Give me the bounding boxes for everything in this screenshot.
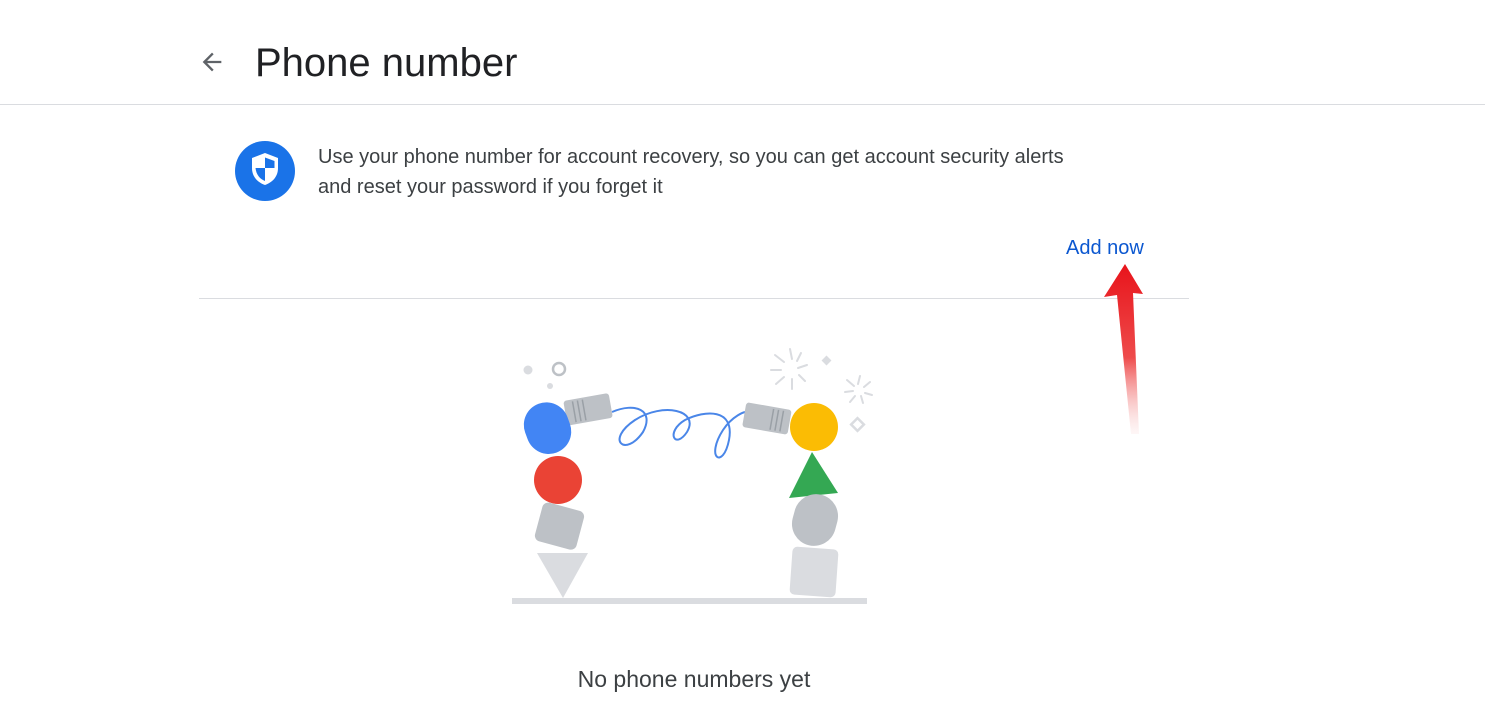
header: Phone number (0, 0, 1485, 105)
shield-badge (235, 141, 295, 201)
no-phone-illustration (505, 340, 885, 615)
back-button[interactable] (188, 40, 236, 88)
empty-state-message: No phone numbers yet (577, 666, 811, 692)
info-text-line-2: and reset your password if you forget it (318, 176, 663, 198)
arrow-back-icon (198, 48, 226, 81)
shield-icon (248, 151, 282, 192)
divider (199, 298, 1189, 299)
page-title: Phone number (255, 41, 518, 85)
page: Phone number Use your phone number for a… (0, 0, 1485, 719)
add-now-button[interactable]: Add now (1062, 232, 1148, 264)
recovery-info-text: Use your phone number for account recove… (318, 142, 1178, 202)
annotation-arrow (1095, 262, 1151, 447)
info-text-line-1: Use your phone number for account recove… (318, 146, 1064, 168)
